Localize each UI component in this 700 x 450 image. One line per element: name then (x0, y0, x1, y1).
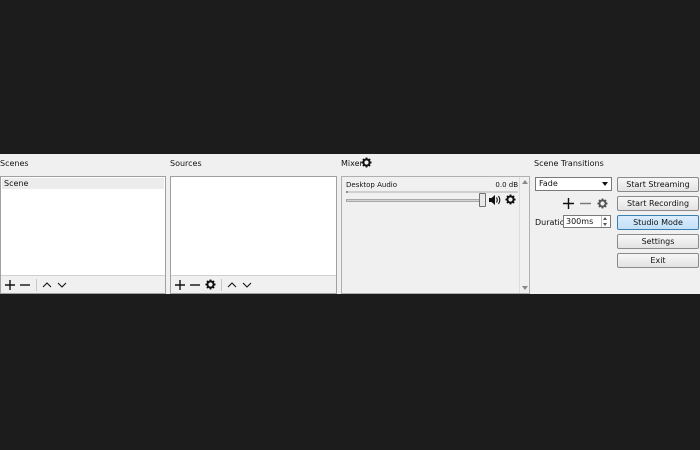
move-source-down-button[interactable] (240, 278, 254, 292)
chevron-down-icon (242, 282, 252, 288)
add-transition-button[interactable] (561, 196, 575, 210)
mixer-panel: Desktop Audio 0.0 dB (341, 176, 530, 294)
scenes-toolbar (1, 275, 165, 293)
mixer-scrollbar[interactable] (519, 177, 529, 293)
studio-mode-button[interactable]: Studio Mode (617, 215, 699, 230)
duration-spinbox[interactable]: 300ms (563, 215, 611, 228)
scroll-down-icon[interactable] (522, 286, 528, 290)
add-scene-button[interactable] (3, 278, 17, 292)
transitions-title: Scene Transitions (534, 159, 604, 168)
scroll-up-icon[interactable] (522, 180, 528, 184)
channel-name: Desktop Audio (346, 181, 397, 189)
mute-button[interactable] (489, 194, 501, 206)
speaker-icon (489, 195, 501, 205)
start-streaming-button[interactable]: Start Streaming (617, 177, 699, 192)
move-scene-up-button[interactable] (40, 278, 54, 292)
mixer-settings-button[interactable] (361, 157, 372, 168)
transition-select[interactable]: Fade (535, 177, 612, 191)
increment-icon[interactable] (603, 217, 607, 220)
volume-meter (346, 191, 518, 193)
chevron-up-icon (227, 281, 237, 287)
minus-icon (579, 202, 591, 204)
volume-slider-handle[interactable] (479, 193, 486, 207)
gear-icon (596, 197, 608, 209)
gear-icon (361, 157, 372, 168)
transition-properties-button[interactable] (595, 196, 609, 210)
mixer-channel: Desktop Audio 0.0 dB (344, 179, 518, 211)
toolbar-divider (221, 278, 222, 291)
duration-value: 300ms (566, 217, 594, 226)
mixer-title: Mixer (341, 159, 363, 168)
caret-down-icon (602, 182, 608, 186)
source-properties-button[interactable] (203, 278, 217, 292)
plus-icon (5, 279, 15, 290)
chevron-down-icon (57, 282, 67, 288)
duration-stepper[interactable] (601, 216, 610, 227)
channel-settings-button[interactable] (505, 194, 517, 206)
sources-title: Sources (170, 159, 202, 168)
decrement-icon[interactable] (603, 223, 607, 226)
gear-icon (505, 194, 516, 205)
sources-toolbar (171, 275, 336, 293)
minus-icon (20, 283, 30, 286)
remove-transition-button[interactable] (578, 196, 592, 210)
volume-slider[interactable] (346, 199, 482, 202)
move-scene-down-button[interactable] (55, 278, 69, 292)
scenes-list[interactable]: Scene (0, 176, 166, 294)
scene-list-item[interactable]: Scene (2, 178, 164, 189)
plus-icon (562, 197, 574, 209)
remove-scene-button[interactable] (18, 278, 32, 292)
settings-button[interactable]: Settings (617, 234, 699, 249)
remove-source-button[interactable] (188, 278, 202, 292)
move-source-up-button[interactable] (225, 278, 239, 292)
obs-controls-dock: Scenes Scene Sources Mixer Desktop Audio… (0, 154, 700, 294)
minus-icon (190, 283, 200, 286)
start-recording-button[interactable]: Start Recording (617, 196, 699, 211)
gear-icon (204, 279, 216, 290)
exit-button[interactable]: Exit (617, 253, 699, 268)
plus-icon (175, 279, 185, 290)
sources-list[interactable] (170, 176, 337, 294)
toolbar-divider (36, 278, 37, 291)
channel-level: 0.0 dB (495, 181, 518, 189)
transition-select-value: Fade (539, 179, 558, 188)
transitions-toolbar (561, 195, 613, 211)
chevron-up-icon (42, 281, 52, 287)
add-source-button[interactable] (173, 278, 187, 292)
scenes-title: Scenes (0, 159, 29, 168)
